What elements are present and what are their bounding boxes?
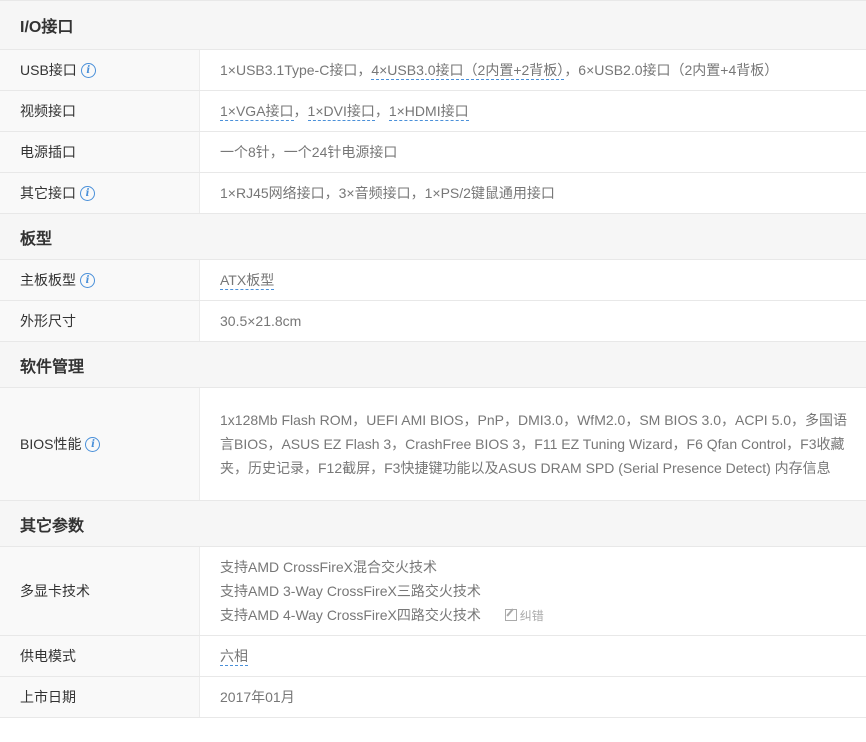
spec-value: 一个8针，一个24针电源接口 <box>200 132 866 172</box>
value-line: 支持AMD CrossFireX混合交火技术 <box>220 558 438 575</box>
spec-label-text: 外形尺寸 <box>20 313 76 329</box>
section-header-other: 其它参数 <box>0 501 866 547</box>
spec-label: 其它接口 i <box>0 173 200 213</box>
spec-label: 主板板型 i <box>0 260 200 300</box>
spec-value: 30.5×21.8cm <box>200 301 866 341</box>
value-text: 支持AMD 4-Way CrossFireX四路交火技术 <box>220 606 481 623</box>
value-text: 1x128Mb Flash ROM，UEFI AMI BIOS，PnP，DMI3… <box>220 412 848 476</box>
spec-label-text: USB接口 <box>20 62 77 78</box>
value-text: 1×USB3.1Type-C接口， <box>220 62 372 78</box>
spec-row-other-ports: 其它接口 i 1×RJ45网络接口，3×音频接口，1×PS/2键鼠通用接口 <box>0 173 866 214</box>
spec-row-dimensions: 外形尺寸 30.5×21.8cm <box>0 301 866 342</box>
spec-label: BIOS性能 i <box>0 388 200 500</box>
spec-label-text: 其它接口 <box>20 185 76 201</box>
section-title: 软件管理 <box>20 358 85 376</box>
spec-row-power: 电源插口 一个8针，一个24针电源接口 <box>0 132 866 173</box>
separator: ， <box>293 103 308 119</box>
spec-value: 六相 <box>200 636 866 676</box>
report-error-label: 纠错 <box>519 608 544 623</box>
section-header-software: 软件管理 <box>0 342 866 388</box>
spec-label: USB接口 i <box>0 50 200 90</box>
spec-label: 供电模式 <box>0 636 200 676</box>
spec-label: 视频接口 <box>0 91 200 131</box>
atx-link[interactable]: ATX板型 <box>220 272 275 290</box>
info-icon[interactable]: i <box>80 62 96 78</box>
value-text: 30.5×21.8cm <box>220 313 302 329</box>
spec-value: 1×RJ45网络接口，3×音频接口，1×PS/2键鼠通用接口 <box>200 173 866 213</box>
section-header-io: I/O接口 <box>0 1 866 50</box>
spec-row-power-phase: 供电模式 六相 <box>0 636 866 677</box>
value-text: 1×RJ45网络接口，3×音频接口，1×PS/2键鼠通用接口 <box>220 185 555 201</box>
spec-row-usb: USB接口 i 1×USB3.1Type-C接口，4×USB3.0接口（2内置+… <box>0 50 866 91</box>
spec-value: 支持AMD CrossFireX混合交火技术 支持AMD 3-Way Cross… <box>200 547 866 635</box>
spec-value: 2017年01月 <box>200 677 866 717</box>
value-text: ，6×USB2.0接口（2内置+4背板） <box>564 62 779 78</box>
spec-label-text: 供电模式 <box>20 648 76 664</box>
spec-label: 多显卡技术 <box>0 547 200 635</box>
value-line-with-edit: 支持AMD 4-Way CrossFireX四路交火技术 纠错 <box>220 603 544 628</box>
info-icon[interactable]: i <box>80 272 95 288</box>
spec-label: 外形尺寸 <box>0 301 200 341</box>
report-error-button[interactable]: 纠错 <box>504 608 544 623</box>
spec-value: 1×VGA接口，1×DVI接口，1×HDMI接口 <box>200 91 866 131</box>
info-icon[interactable]: i <box>85 436 101 452</box>
spec-value: 1×USB3.1Type-C接口，4×USB3.0接口（2内置+2背板），6×U… <box>200 50 866 90</box>
spec-value: 1x128Mb Flash ROM，UEFI AMI BIOS，PnP，DMI3… <box>200 388 866 500</box>
section-header-board: 板型 <box>0 214 866 260</box>
spec-table: I/O接口 USB接口 i 1×USB3.1Type-C接口，4×USB3.0接… <box>0 0 866 718</box>
usb30-link[interactable]: 4×USB3.0接口（2内置+2背板） <box>371 62 565 80</box>
section-title: I/O接口 <box>20 19 74 36</box>
value-line: 支持AMD 3-Way CrossFireX三路交火技术 <box>220 582 481 599</box>
spec-label-text: 视频接口 <box>20 103 76 119</box>
spec-row-bios: BIOS性能 i 1x128Mb Flash ROM，UEFI AMI BIOS… <box>0 388 866 501</box>
spec-label-text: 上市日期 <box>20 689 76 705</box>
info-icon[interactable]: i <box>80 185 95 201</box>
spec-label: 电源插口 <box>0 132 200 172</box>
separator: ， <box>374 103 389 119</box>
value-text: 一个8针，一个24针电源接口 <box>220 144 398 160</box>
section-title: 其它参数 <box>20 517 85 535</box>
dvi-link[interactable]: 1×DVI接口 <box>307 103 375 121</box>
spec-row-multi-gpu: 多显卡技术 支持AMD CrossFireX混合交火技术 支持AMD 3-Way… <box>0 547 866 636</box>
spec-label: 上市日期 <box>0 677 200 717</box>
power-phase-link[interactable]: 六相 <box>220 648 248 666</box>
section-title: 板型 <box>20 230 53 248</box>
spec-label-text: BIOS性能 <box>20 436 82 452</box>
spec-label-text: 电源插口 <box>20 144 76 160</box>
spec-label-text: 主板板型 <box>20 272 76 288</box>
spec-row-video: 视频接口 1×VGA接口，1×DVI接口，1×HDMI接口 <box>0 91 866 132</box>
spec-row-release-date: 上市日期 2017年01月 <box>0 677 866 718</box>
edit-icon <box>504 608 517 621</box>
spec-label-text: 多显卡技术 <box>20 583 90 599</box>
vga-link[interactable]: 1×VGA接口 <box>220 103 294 121</box>
spec-value: ATX板型 <box>200 260 866 300</box>
hdmi-link[interactable]: 1×HDMI接口 <box>388 103 469 121</box>
spec-row-form-factor: 主板板型 i ATX板型 <box>0 260 866 301</box>
value-text: 2017年01月 <box>220 689 295 705</box>
